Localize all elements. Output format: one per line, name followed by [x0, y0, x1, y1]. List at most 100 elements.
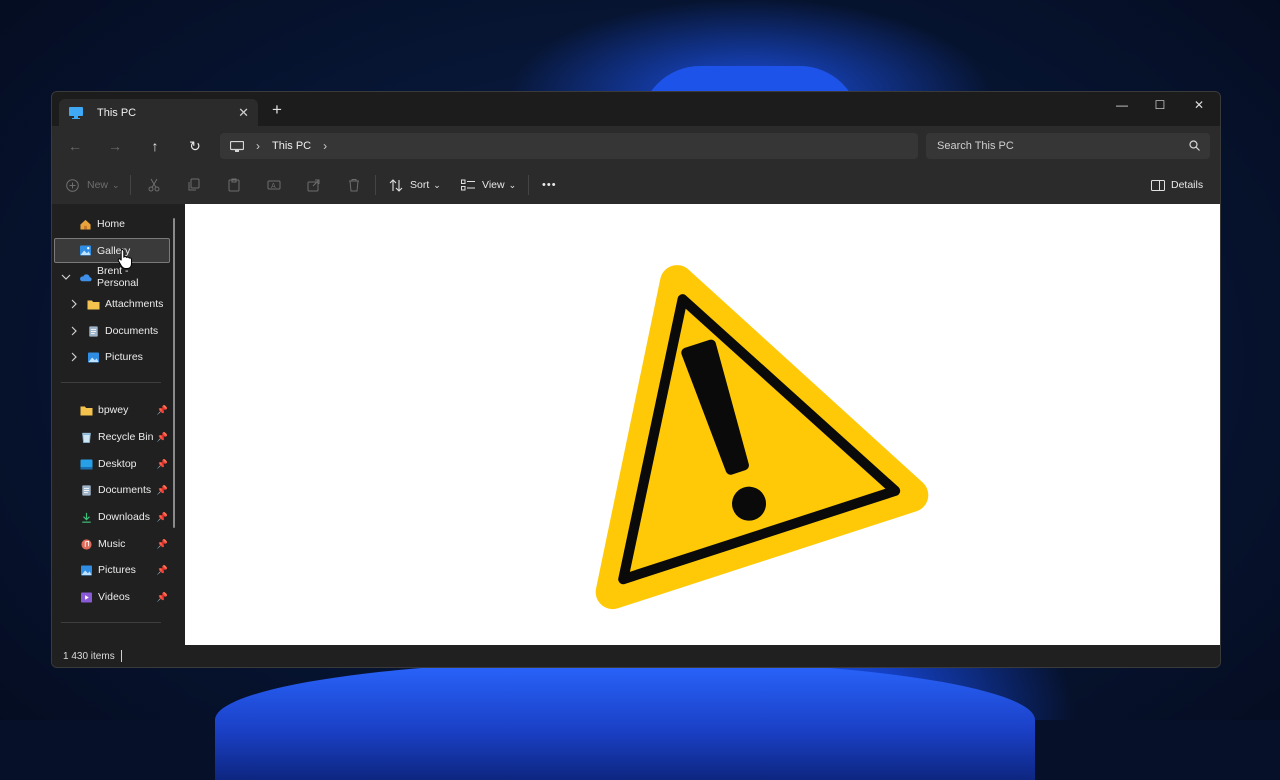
sidebar-item-onedrive-documents[interactable]: Documents — [54, 319, 168, 343]
breadcrumb-this-pc[interactable]: This PC — [272, 140, 311, 152]
chevron-down-icon: ⌄ — [433, 179, 441, 190]
new-tab-button[interactable]: + — [272, 101, 282, 118]
content-area — [185, 204, 1220, 645]
folder-icon — [80, 406, 93, 415]
address-row: ← → ↑ ↻ › This PC › Search This PC — [52, 126, 1220, 166]
onedrive-icon — [80, 273, 92, 281]
sidebar-item-label: Pictures — [105, 351, 143, 363]
sidebar-item-label: Home — [97, 218, 126, 230]
chevron-down-icon: ⌄ — [508, 179, 517, 190]
breadcrumb-separator[interactable]: › — [256, 139, 260, 153]
toolbar-divider — [375, 175, 376, 195]
close-window-button[interactable]: ✕ — [1189, 98, 1209, 112]
pictures-icon — [88, 351, 99, 363]
chevron-right-icon[interactable] — [71, 326, 78, 336]
file-explorer-window: This PC ✕ + — ☐ ✕ ← → ↑ ↻ › This PC › Se… — [51, 91, 1221, 668]
copy-icon[interactable] — [187, 176, 201, 194]
sort-button[interactable]: Sort ⌄ — [389, 176, 441, 194]
gallery-icon — [80, 245, 91, 256]
view-button[interactable]: View ⌄ — [461, 176, 516, 194]
pin-icon[interactable]: 📌 — [157, 432, 168, 443]
desktop-icon — [80, 459, 93, 469]
sidebar-item-documents[interactable]: Documents 📌 — [54, 478, 168, 502]
new-button[interactable]: New ⌄ — [66, 176, 120, 194]
sidebar-item-downloads[interactable]: Downloads 📌 — [54, 505, 168, 529]
pin-icon[interactable]: 📌 — [157, 459, 168, 470]
tab-this-pc[interactable]: This PC ✕ — [59, 99, 258, 126]
paste-icon[interactable] — [227, 176, 241, 194]
sidebar-scrollbar[interactable] — [173, 218, 175, 528]
cut-icon[interactable] — [147, 176, 161, 194]
sidebar-item-bpwey[interactable]: bpwey 📌 — [54, 398, 168, 422]
share-icon[interactable] — [307, 176, 321, 194]
details-button[interactable]: Details — [1151, 176, 1203, 194]
sidebar-item-attachments[interactable]: Attachments — [54, 292, 168, 316]
chevron-down-icon: ⌄ — [112, 179, 120, 190]
pin-icon[interactable]: 📌 — [157, 539, 168, 550]
sidebar-item-onedrive-personal[interactable]: Brent - Personal — [54, 265, 168, 289]
sidebar-item-pictures[interactable]: Pictures 📌 — [54, 558, 168, 582]
documents-icon — [82, 484, 91, 496]
item-count: 1 430 items — [63, 651, 115, 662]
more-options-button[interactable]: ••• — [542, 176, 557, 194]
view-label: View — [482, 179, 505, 191]
tab-title: This PC — [97, 106, 137, 119]
forward-button[interactable]: → — [107, 138, 123, 154]
details-pane-icon — [1151, 179, 1165, 191]
command-bar: New ⌄ A Sort ⌄ View ⌄ ••• Details — [52, 166, 1220, 205]
sort-icon — [389, 178, 403, 192]
tab-close-icon[interactable]: ✕ — [238, 105, 249, 121]
sidebar-item-label: Recycle Bin — [98, 431, 154, 443]
home-icon — [80, 219, 91, 230]
search-icon — [1189, 140, 1200, 151]
warning-icon — [595, 265, 929, 610]
search-box[interactable]: Search This PC — [926, 133, 1210, 159]
sort-label: Sort — [410, 179, 430, 191]
monitor-icon — [69, 106, 83, 119]
sidebar-item-videos[interactable]: Videos 📌 — [54, 585, 168, 609]
sidebar-item-label: Music — [98, 538, 126, 550]
sidebar-item-label: Documents — [105, 325, 159, 337]
svg-text:A: A — [271, 183, 276, 190]
sidebar-divider — [61, 382, 161, 383]
sidebar-item-desktop[interactable]: Desktop 📌 — [54, 452, 168, 476]
sidebar-item-recycle-bin[interactable]: Recycle Bin 📌 — [54, 425, 168, 449]
toolbar-divider — [130, 175, 131, 195]
sidebar-item-label: bpwey — [98, 404, 129, 416]
pin-icon[interactable]: 📌 — [157, 592, 168, 603]
sidebar-item-label: Documents — [98, 484, 152, 496]
sidebar-item-onedrive-pictures[interactable]: Pictures — [54, 345, 168, 369]
plus-circle-icon — [66, 178, 79, 192]
recycle-bin-icon — [82, 432, 91, 443]
pictures-icon — [81, 564, 92, 576]
title-bar: This PC ✕ + — ☐ ✕ — [52, 92, 1220, 126]
sidebar-item-music[interactable]: Music 📌 — [54, 532, 168, 556]
breadcrumb-chevron[interactable]: › — [323, 139, 327, 153]
chevron-right-icon[interactable] — [71, 352, 78, 362]
maximize-button[interactable]: ☐ — [1150, 98, 1170, 112]
status-bar: 1 430 items — [52, 645, 1220, 667]
music-icon — [81, 538, 92, 550]
pin-icon[interactable]: 📌 — [157, 405, 168, 416]
sidebar-item-home[interactable]: Home — [54, 212, 168, 236]
back-button[interactable]: ← — [67, 138, 83, 154]
sidebar-divider — [61, 622, 161, 623]
refresh-button[interactable]: ↻ — [187, 138, 203, 154]
address-bar[interactable]: › This PC › — [220, 133, 918, 159]
downloads-icon — [82, 512, 91, 523]
pin-icon[interactable]: 📌 — [157, 485, 168, 496]
sidebar-item-label: Videos — [98, 591, 130, 603]
sidebar-item-gallery[interactable]: Gallery — [54, 238, 170, 263]
search-input[interactable]: Search This PC — [937, 140, 1014, 152]
chevron-right-icon[interactable] — [71, 299, 78, 309]
chevron-down-icon[interactable] — [61, 274, 71, 281]
new-label: New — [87, 179, 109, 191]
pin-icon[interactable]: 📌 — [157, 565, 168, 576]
rename-icon[interactable]: A — [267, 176, 281, 194]
documents-icon — [89, 325, 98, 337]
delete-icon[interactable] — [347, 176, 361, 194]
videos-icon — [81, 591, 92, 603]
minimize-button[interactable]: — — [1112, 98, 1132, 112]
up-button[interactable]: ↑ — [147, 138, 163, 154]
pin-icon[interactable]: 📌 — [157, 512, 168, 523]
